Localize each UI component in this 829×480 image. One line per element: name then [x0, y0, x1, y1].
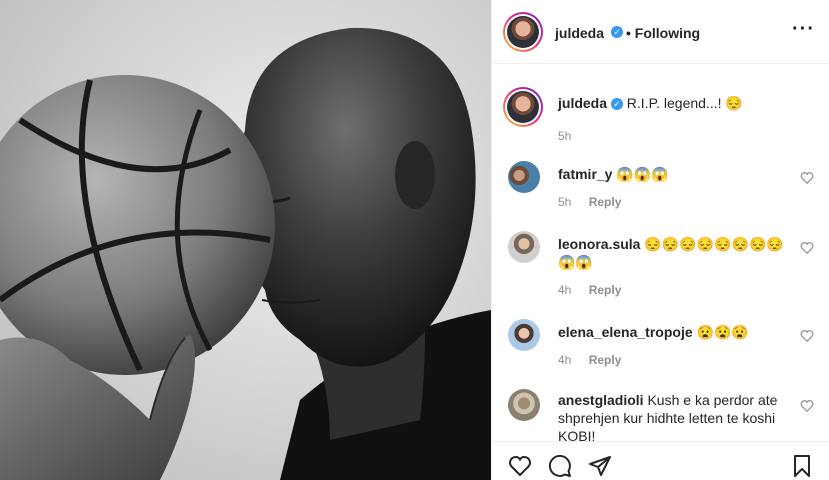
reply-button[interactable]: Reply	[589, 283, 622, 297]
comment-body: 😱😱😱	[616, 166, 669, 182]
heart-icon[interactable]	[508, 454, 532, 478]
comment-text: fatmir_y 😱😱😱	[558, 165, 788, 183]
comment-meta: 4h Reply	[558, 353, 635, 367]
comment-item: elena_elena_tropoje 😧😧😧 4h Reply	[508, 317, 814, 377]
like-comment-heart-icon[interactable]	[800, 399, 814, 413]
like-comment-heart-icon[interactable]	[800, 329, 814, 343]
post-action-bar	[492, 441, 829, 480]
caption-time: 5h	[558, 129, 572, 143]
commenter-avatar[interactable]	[508, 389, 540, 421]
commenter-avatar[interactable]	[508, 231, 540, 263]
like-comment-heart-icon[interactable]	[800, 241, 814, 255]
caption: juldeda ✓ R.I.P. legend...! 😔 5h	[503, 87, 814, 147]
caption-body: R.I.P. legend...! 😔	[626, 95, 743, 111]
comment-username[interactable]: anestgladioli	[558, 392, 644, 408]
comment-meta: 5h Reply	[558, 195, 635, 209]
comment-item: leonora.sula 😔😔😔😔😔😔😔😔😱😱 4h Reply	[508, 229, 814, 299]
comment-text: leonora.sula 😔😔😔😔😔😔😔😔😱😱	[558, 235, 788, 271]
comment-username[interactable]: fatmir_y	[558, 166, 612, 182]
comment-time: 4h	[558, 283, 572, 297]
comment-time: 4h	[558, 353, 572, 367]
commenter-avatar[interactable]	[508, 161, 540, 193]
following-label[interactable]: • Following	[626, 25, 700, 41]
caption-text: juldeda ✓ R.I.P. legend...! 😔	[558, 94, 788, 112]
author-username[interactable]: juldeda	[555, 25, 604, 41]
comments-list[interactable]: juldeda ✓ R.I.P. legend...! 😔 5h fatmir_…	[492, 65, 829, 441]
caption-username[interactable]: juldeda	[558, 95, 607, 111]
comment-item: anestgladioli Kush e ka perdor ate shpre…	[508, 387, 814, 441]
post-image	[0, 0, 491, 480]
reply-button[interactable]: Reply	[589, 195, 622, 209]
comment-body: 😧😧😧	[696, 324, 749, 340]
caption-avatar[interactable]	[503, 87, 543, 127]
comment-meta: 4h Reply	[558, 283, 635, 297]
post-header: juldeda ✓ • Following ···	[492, 0, 829, 64]
post-side-panel: juldeda ✓ • Following ··· juldeda ✓ R.I.…	[491, 0, 829, 480]
verified-badge-icon: ✓	[611, 26, 623, 38]
comment-username[interactable]: elena_elena_tropoje	[558, 324, 693, 340]
verified-badge-icon: ✓	[610, 98, 623, 111]
comment-item: fatmir_y 😱😱😱 5h Reply	[508, 159, 814, 219]
comment-icon[interactable]	[548, 454, 572, 478]
reply-button[interactable]: Reply	[589, 353, 622, 367]
caption-meta: 5h	[558, 129, 585, 143]
commenter-avatar[interactable]	[508, 319, 540, 351]
like-comment-heart-icon[interactable]	[800, 171, 814, 185]
comment-username[interactable]: leonora.sula	[558, 236, 640, 252]
comment-text: elena_elena_tropoje 😧😧😧	[558, 323, 788, 341]
comment-text: anestgladioli Kush e ka perdor ate shpre…	[558, 391, 788, 441]
comment-time: 5h	[558, 195, 572, 209]
more-horizontal-icon[interactable]: ···	[792, 18, 815, 41]
post-photo[interactable]	[0, 0, 491, 480]
bookmark-icon[interactable]	[790, 454, 814, 478]
author-avatar[interactable]	[503, 12, 543, 52]
share-icon[interactable]	[588, 454, 612, 478]
